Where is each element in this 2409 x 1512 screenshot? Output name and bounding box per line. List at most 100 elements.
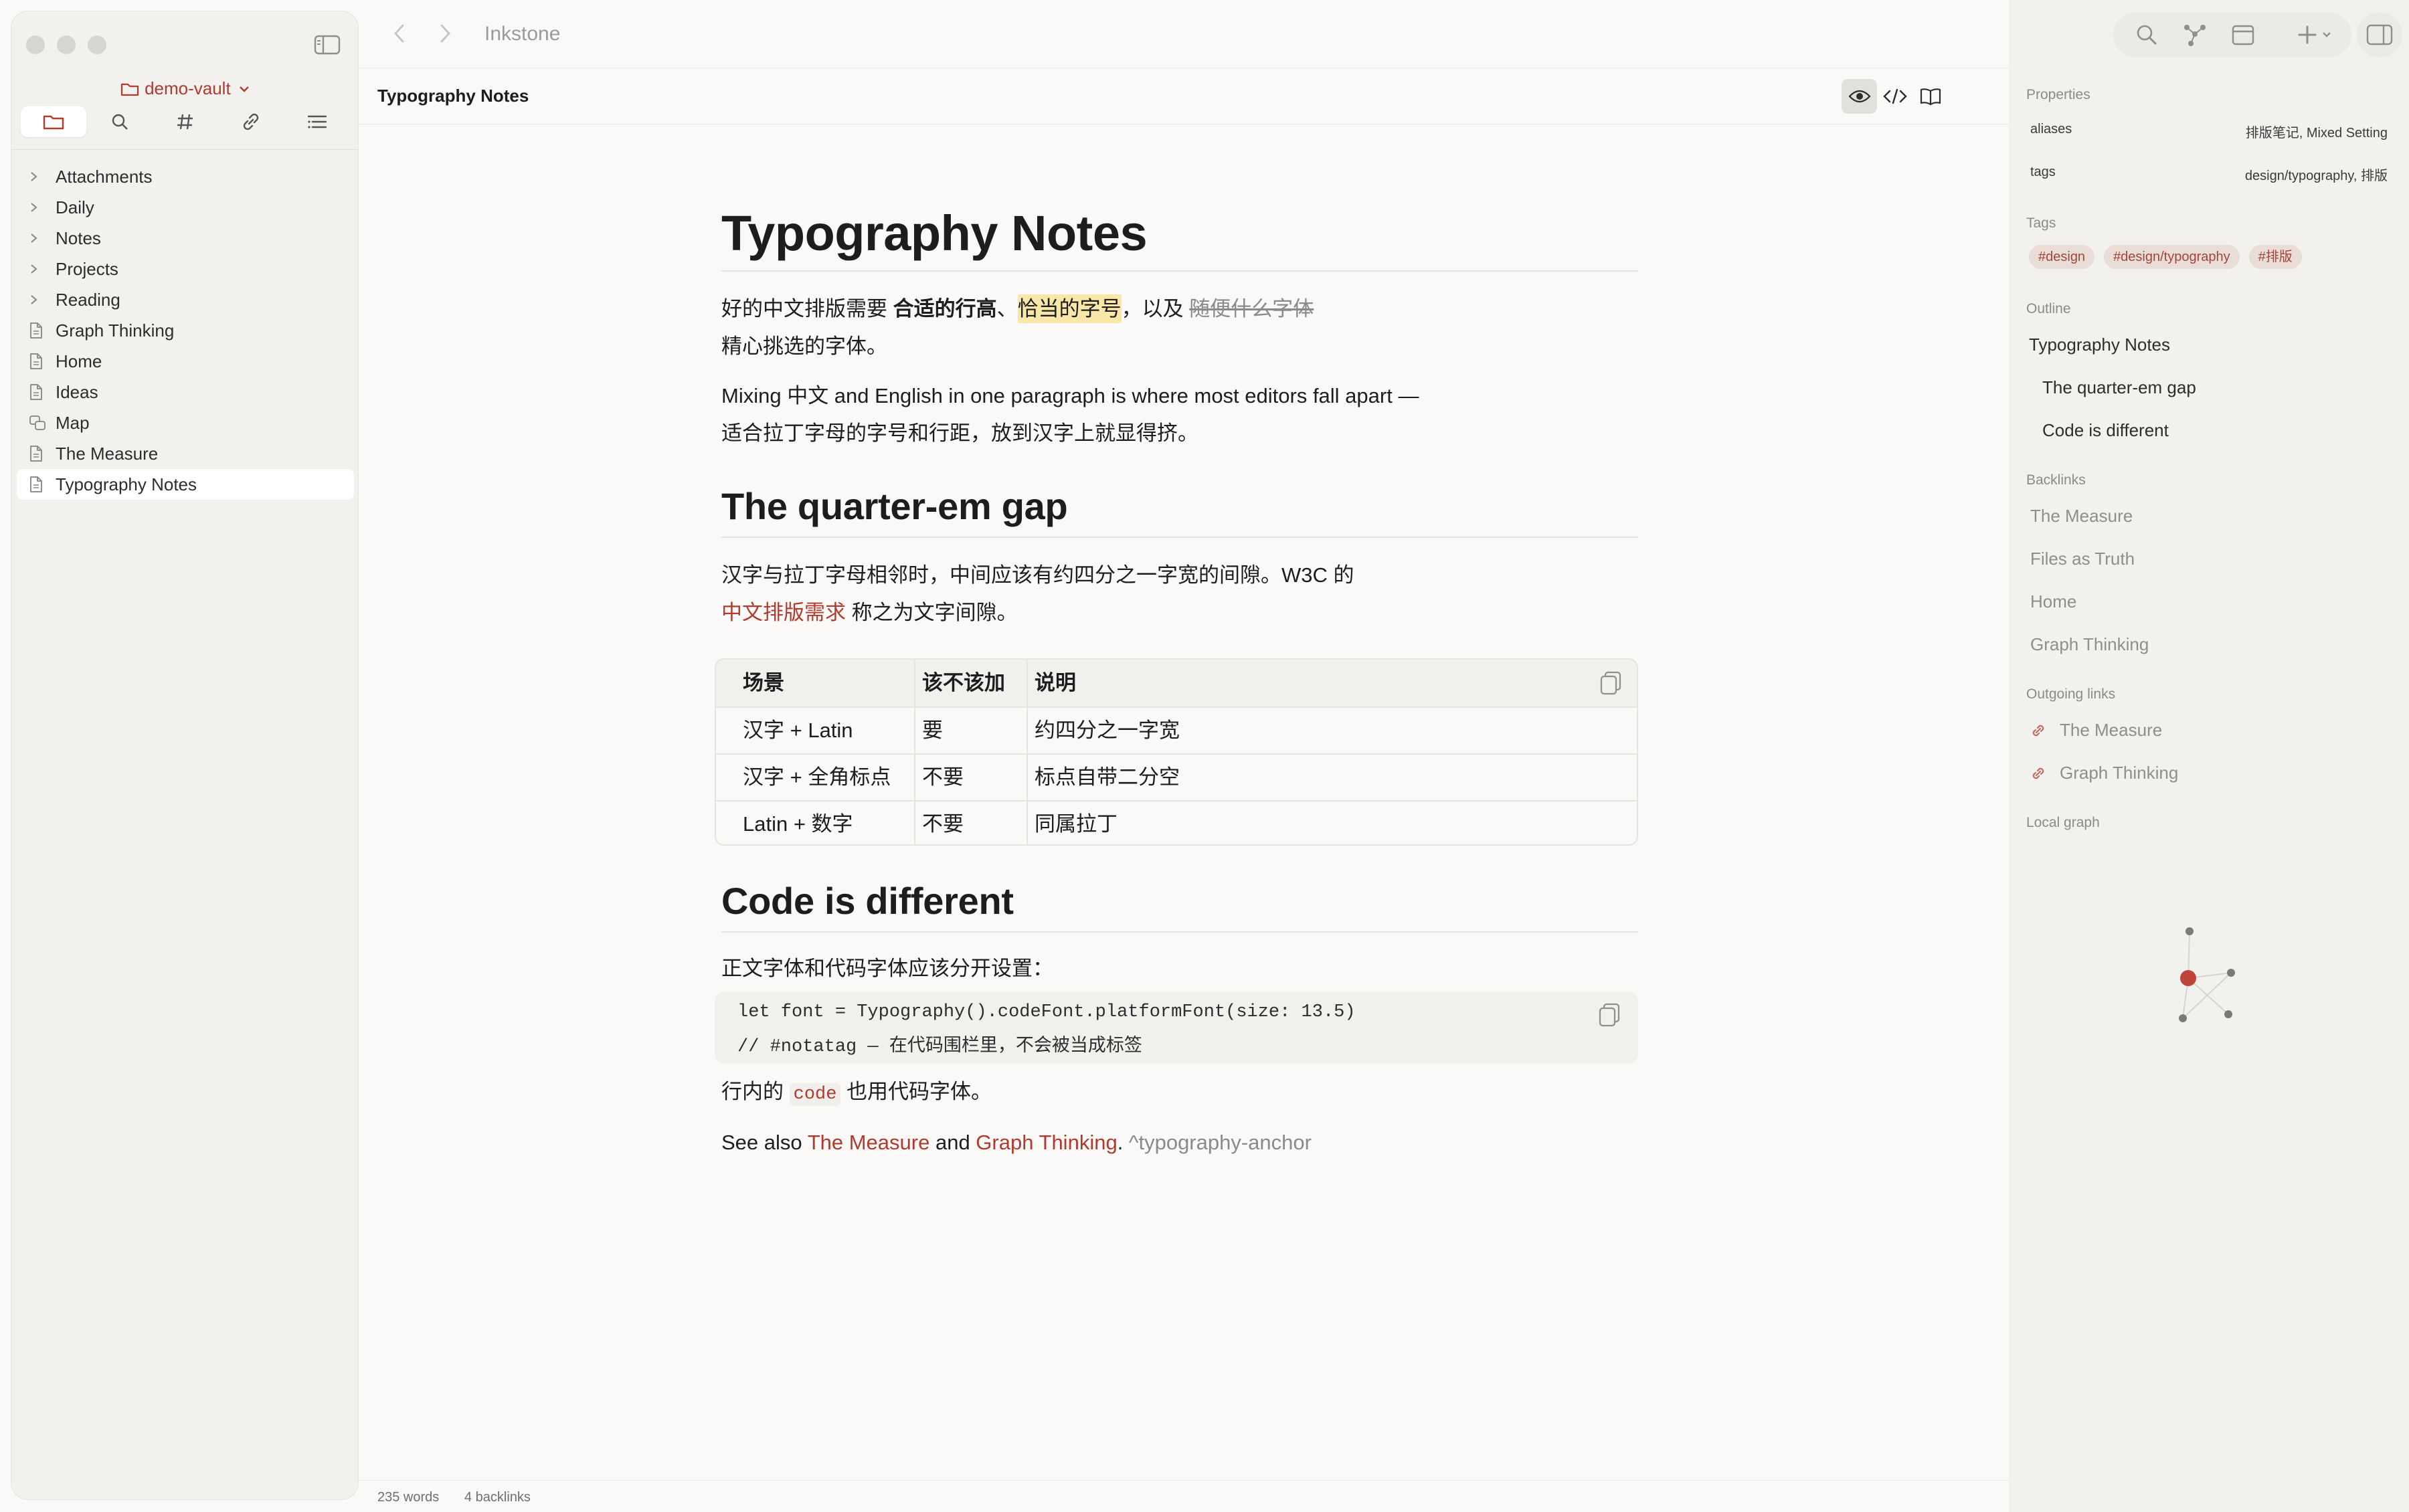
minimize-window-button[interactable] bbox=[57, 35, 76, 54]
search-icon bbox=[2137, 25, 2157, 45]
table-cell: 不要 bbox=[914, 801, 964, 844]
outline-item[interactable]: The quarter-em gap bbox=[2042, 377, 2196, 398]
text-run: 行内的 bbox=[721, 1080, 790, 1103]
new-note-button[interactable] bbox=[2282, 12, 2351, 58]
sidebar-item-attachments[interactable]: Attachments bbox=[17, 161, 354, 192]
eye-icon bbox=[1848, 90, 1871, 103]
copy-code-button[interactable] bbox=[1598, 1002, 1621, 1028]
toggle-inspector-button[interactable] bbox=[2357, 12, 2402, 58]
paragraph-6: See also The Measure and Graph Thinking.… bbox=[721, 1124, 1544, 1161]
property-value[interactable]: 排版笔记, Mixed Setting bbox=[2246, 122, 2388, 141]
reading-mode-button[interactable] bbox=[1913, 79, 1949, 114]
vault-switcher[interactable]: demo-vault bbox=[11, 78, 359, 102]
close-window-button[interactable] bbox=[26, 35, 45, 54]
sidebar-item-typography-notes[interactable]: Typography Notes bbox=[17, 469, 354, 500]
forward-button[interactable] bbox=[432, 21, 456, 45]
tag-pill[interactable]: #排版 bbox=[2248, 245, 2302, 269]
graph-node[interactable] bbox=[2224, 1010, 2232, 1018]
backlink-item[interactable]: Home bbox=[2030, 591, 2076, 612]
table-cell: Latin + 数字 bbox=[743, 812, 853, 836]
hash-icon bbox=[177, 114, 193, 130]
heading-rule bbox=[721, 537, 1638, 538]
graph-edge bbox=[2188, 977, 2229, 1015]
app-window: demo-vault Attachments Daily Notes Projects… bbox=[0, 0, 2409, 1512]
outline-item[interactable]: Typography Notes bbox=[2029, 335, 2170, 355]
table-cell: 汉字 + Latin bbox=[743, 719, 853, 742]
backlink-item[interactable]: The Measure bbox=[2030, 506, 2133, 527]
sidebar-item-label: Attachments bbox=[56, 166, 153, 187]
sidebar-toggle-button[interactable] bbox=[314, 34, 341, 56]
graph-node-current[interactable] bbox=[2180, 970, 2196, 986]
code-line: let font = Typography().codeFont.platfor… bbox=[737, 1002, 1356, 1022]
outgoing-link-item[interactable]: The Measure bbox=[2030, 720, 2162, 741]
tab-tags[interactable] bbox=[153, 106, 218, 137]
graph-node[interactable] bbox=[2185, 927, 2194, 935]
sidebar-tabs bbox=[21, 106, 350, 137]
back-button[interactable] bbox=[388, 21, 412, 45]
tag-pill[interactable]: #design/typography bbox=[2104, 245, 2240, 269]
sidebar-item-label: Notes bbox=[56, 227, 101, 248]
link-icon bbox=[2030, 765, 2048, 781]
text-run: Mixing 中文 and English in one paragraph i… bbox=[721, 384, 1419, 407]
sidebar-item-notes[interactable]: Notes bbox=[17, 223, 354, 254]
document-icon bbox=[29, 476, 46, 493]
note-header: Typography Notes bbox=[359, 68, 2009, 124]
local-graph[interactable] bbox=[2169, 915, 2263, 1036]
sidebar-item-ideas[interactable]: Ideas bbox=[17, 377, 354, 407]
panel-calendar-button[interactable] bbox=[2223, 15, 2263, 55]
table-cell: 不要 bbox=[914, 754, 964, 801]
sidebar-toggle-icon bbox=[314, 35, 341, 55]
sidebar-item-label: Ideas bbox=[56, 381, 98, 402]
graph-node[interactable] bbox=[2227, 969, 2235, 977]
chevron-right-icon bbox=[29, 262, 46, 276]
word-count: 235 words bbox=[377, 1490, 440, 1505]
paragraph-4: 正文字体和代码字体应该分开设置： bbox=[721, 957, 1053, 980]
backlink-item[interactable]: Files as Truth bbox=[2030, 549, 2135, 569]
outgoing-link-label: The Measure bbox=[2060, 720, 2163, 740]
outline-icon bbox=[307, 115, 327, 128]
external-link[interactable]: 中文排版需求 bbox=[721, 601, 846, 624]
tab-files[interactable] bbox=[21, 106, 87, 137]
outgoing-links-heading: Outgoing links bbox=[2026, 686, 2116, 702]
wikilink-graph-thinking[interactable]: Graph Thinking bbox=[976, 1131, 1117, 1154]
panel-search-button[interactable] bbox=[2127, 15, 2167, 55]
outgoing-link-item[interactable]: Graph Thinking bbox=[2030, 763, 2178, 783]
backlink-item[interactable]: Graph Thinking bbox=[2030, 634, 2149, 655]
sidebar-item-daily[interactable]: Daily bbox=[17, 192, 354, 223]
sidebar-item-reading[interactable]: Reading bbox=[17, 284, 354, 315]
strikethrough-text: 随便什么字体 bbox=[1189, 297, 1314, 320]
sidebar-item-home[interactable]: Home bbox=[17, 346, 354, 377]
tab-links[interactable] bbox=[218, 106, 284, 137]
copy-icon bbox=[1600, 671, 1621, 695]
tab-outline[interactable] bbox=[284, 106, 350, 137]
outline-item[interactable]: Code is different bbox=[2042, 420, 2169, 441]
copy-icon bbox=[1599, 1003, 1620, 1027]
plus-icon bbox=[2298, 25, 2331, 44]
tag-pill[interactable]: #design bbox=[2029, 245, 2095, 269]
panel-graph-button[interactable] bbox=[2175, 15, 2215, 55]
sidebar-item-graph-thinking[interactable]: Graph Thinking bbox=[17, 315, 354, 346]
copy-table-button[interactable] bbox=[1599, 670, 1622, 696]
typography-table: 场景 该不该加 说明 汉字 + Latin 要 约四分之一字宽 汉字 + 全角标… bbox=[715, 658, 1638, 846]
backlink-count: 4 backlinks bbox=[464, 1490, 531, 1505]
sidebar-item-the-measure[interactable]: The Measure bbox=[17, 438, 354, 469]
sidebar-item-map[interactable]: Map bbox=[17, 407, 354, 438]
paragraph-1: 好的中文排版需要 合适的行高、恰当的字号，以及 随便什么字体 精心挑选的字体。 bbox=[721, 290, 1544, 365]
sidebar-item-projects[interactable]: Projects bbox=[17, 254, 354, 284]
code-block: let font = Typography().codeFont.platfor… bbox=[715, 991, 1638, 1064]
table-header-cell: 场景 bbox=[743, 671, 784, 694]
tab-search[interactable] bbox=[86, 106, 152, 137]
wikilink-the-measure[interactable]: The Measure bbox=[808, 1131, 930, 1154]
sidebar-item-label: Typography Notes bbox=[56, 474, 197, 494]
property-value[interactable]: design/typography, 排版 bbox=[2245, 165, 2388, 184]
zoom-window-button[interactable] bbox=[88, 35, 106, 54]
graph-node[interactable] bbox=[2179, 1014, 2187, 1022]
outgoing-link-label: Graph Thinking bbox=[2060, 763, 2179, 783]
table-cell: 约四分之一字宽 bbox=[1027, 707, 1180, 754]
preview-mode-button[interactable] bbox=[1842, 79, 1878, 114]
block-anchor: ^typography-anchor bbox=[1128, 1131, 1312, 1154]
source-mode-button[interactable] bbox=[1877, 79, 1912, 114]
view-mode-switcher bbox=[1842, 79, 1949, 114]
canvas-icon bbox=[29, 415, 46, 431]
sidebar-item-label: Map bbox=[56, 412, 90, 433]
